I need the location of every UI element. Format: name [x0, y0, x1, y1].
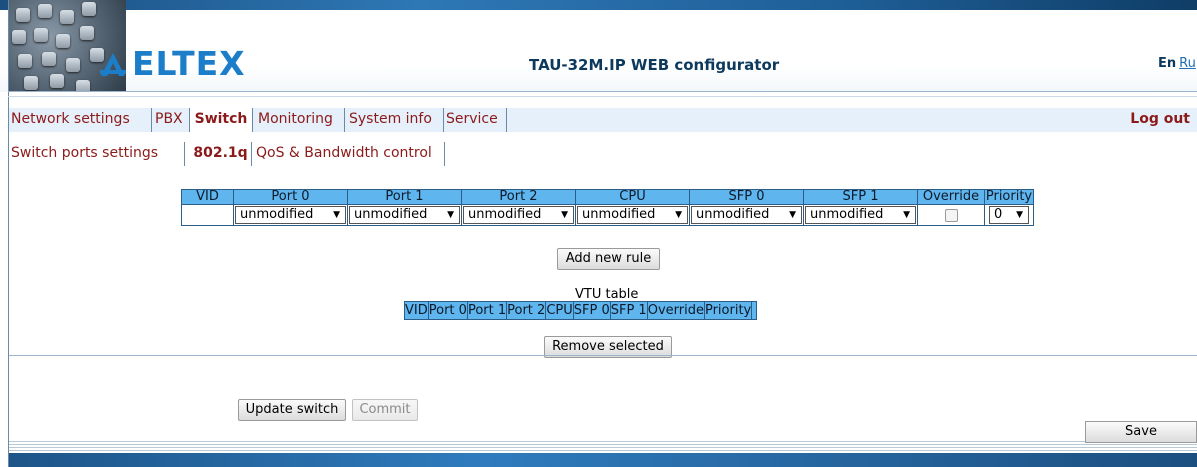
column-header-cpu: CPU [575, 189, 690, 205]
chevron-down-icon: ▼ [561, 210, 568, 220]
port0-select-value: unmodified [240, 207, 314, 222]
header-divider [8, 91, 1197, 92]
port2-select-value: unmodified [468, 207, 542, 222]
eltex-logo-icon [100, 53, 126, 76]
chevron-down-icon: ▼ [1016, 210, 1023, 220]
chevron-down-icon: ▼ [675, 210, 682, 220]
vtu-table: VID Port 0 Port 1 Port 2 CPU SFP 0 SFP 1… [404, 301, 758, 320]
sub-menu: Switch ports settings 802.1q QoS & Bandw… [9, 142, 1197, 166]
chevron-down-icon: ▼ [789, 210, 796, 220]
page-left-border [8, 0, 9, 467]
cpu-select[interactable]: unmodified ▼ [577, 206, 688, 224]
override-checkbox[interactable] [944, 208, 958, 222]
vtu-table-caption: VTU table [575, 287, 639, 302]
lang-en-link[interactable]: En [1158, 56, 1176, 71]
tab-monitoring[interactable]: Monitoring [258, 108, 345, 132]
port0-select[interactable]: unmodified ▼ [235, 206, 346, 224]
column-header-sfp1: SFP 1 [803, 189, 918, 205]
vtu-header-priority: Priority [703, 301, 753, 320]
sfp1-select[interactable]: unmodified ▼ [805, 206, 916, 224]
port1-select[interactable]: unmodified ▼ [349, 206, 460, 224]
priority-select[interactable]: 0 ▼ [989, 206, 1029, 224]
port1-select-value: unmodified [354, 207, 428, 222]
cpu-select-value: unmodified [582, 207, 656, 222]
sfp0-select[interactable]: unmodified ▼ [691, 206, 802, 224]
vid-input[interactable] [181, 204, 234, 226]
tab-network-settings[interactable]: Network settings [9, 108, 152, 132]
sfp0-select-value: unmodified [696, 207, 770, 222]
vtu-header-port1: Port 1 [466, 301, 508, 320]
vtu-header-override: Override [646, 301, 705, 320]
column-header-priority: Priority [984, 189, 1034, 205]
update-switch-button[interactable]: Update switch [238, 399, 346, 421]
table-header-row: VID Port 0 Port 1 Port 2 CPU SFP 0 SFP 1… [404, 301, 758, 320]
column-header-override: Override [917, 189, 985, 205]
sfp1-select-value: unmodified [810, 207, 884, 222]
vtu-header-port0: Port 0 [427, 301, 468, 320]
vtu-header-cpu: CPU [545, 301, 574, 320]
chevron-down-icon: ▼ [903, 210, 910, 220]
port2-select[interactable]: unmodified ▼ [463, 206, 574, 224]
footer-lines [9, 441, 1197, 453]
logout-link[interactable]: Log out [1130, 108, 1190, 130]
column-header-port2: Port 2 [461, 189, 576, 205]
main-menu: Network settings PBX Switch Monitoring S… [9, 108, 1197, 132]
vtu-header-sfp0: SFP 0 [572, 301, 611, 320]
subtab-802-1q[interactable]: 802.1q [190, 142, 252, 166]
section-divider [9, 355, 1197, 356]
tab-pbx[interactable]: PBX [155, 108, 190, 132]
lang-ru-link[interactable]: Ru [1179, 56, 1196, 71]
header-divider [8, 96, 1197, 97]
eltex-logo-text: ELTEX [132, 44, 246, 83]
table-row: unmodified ▼ unmodified ▼ unmodified ▼ unmo… [181, 204, 1034, 226]
page-title: TAU-32M.IP WEB configurator [529, 56, 780, 74]
subtab-qos-bandwidth[interactable]: QoS & Bandwidth control [256, 142, 445, 166]
save-button[interactable]: Save [1085, 421, 1197, 443]
column-header-port0: Port 0 [233, 189, 348, 205]
chevron-down-icon: ▼ [447, 210, 454, 220]
priority-select-value: 0 [994, 207, 1003, 222]
footer-bar [9, 453, 1197, 467]
table-header-row: VID Port 0 Port 1 Port 2 CPU SFP 0 SFP 1… [181, 189, 1034, 205]
vtu-header-vid: VID [404, 301, 429, 320]
column-header-vid: VID [181, 189, 234, 205]
header-top-bar [0, 0, 1197, 10]
vtu-header-port2: Port 2 [506, 301, 547, 320]
tab-service[interactable]: Service [446, 108, 507, 132]
vlan-rule-table: VID Port 0 Port 1 Port 2 CPU SFP 0 SFP 1… [181, 189, 1034, 226]
vtu-header-select [751, 301, 758, 320]
add-new-rule-button[interactable]: Add new rule [557, 248, 660, 270]
commit-button[interactable]: Commit [352, 399, 418, 421]
tab-switch[interactable]: Switch [190, 108, 253, 132]
vtu-header-sfp1: SFP 1 [609, 301, 648, 320]
column-header-port1: Port 1 [347, 189, 462, 205]
tab-system-info[interactable]: System info [349, 108, 444, 132]
column-header-sfp0: SFP 0 [689, 189, 804, 205]
language-switch: En Ru [1158, 56, 1196, 71]
subtab-switch-ports-settings[interactable]: Switch ports settings [9, 142, 185, 166]
chevron-down-icon: ▼ [333, 210, 340, 220]
